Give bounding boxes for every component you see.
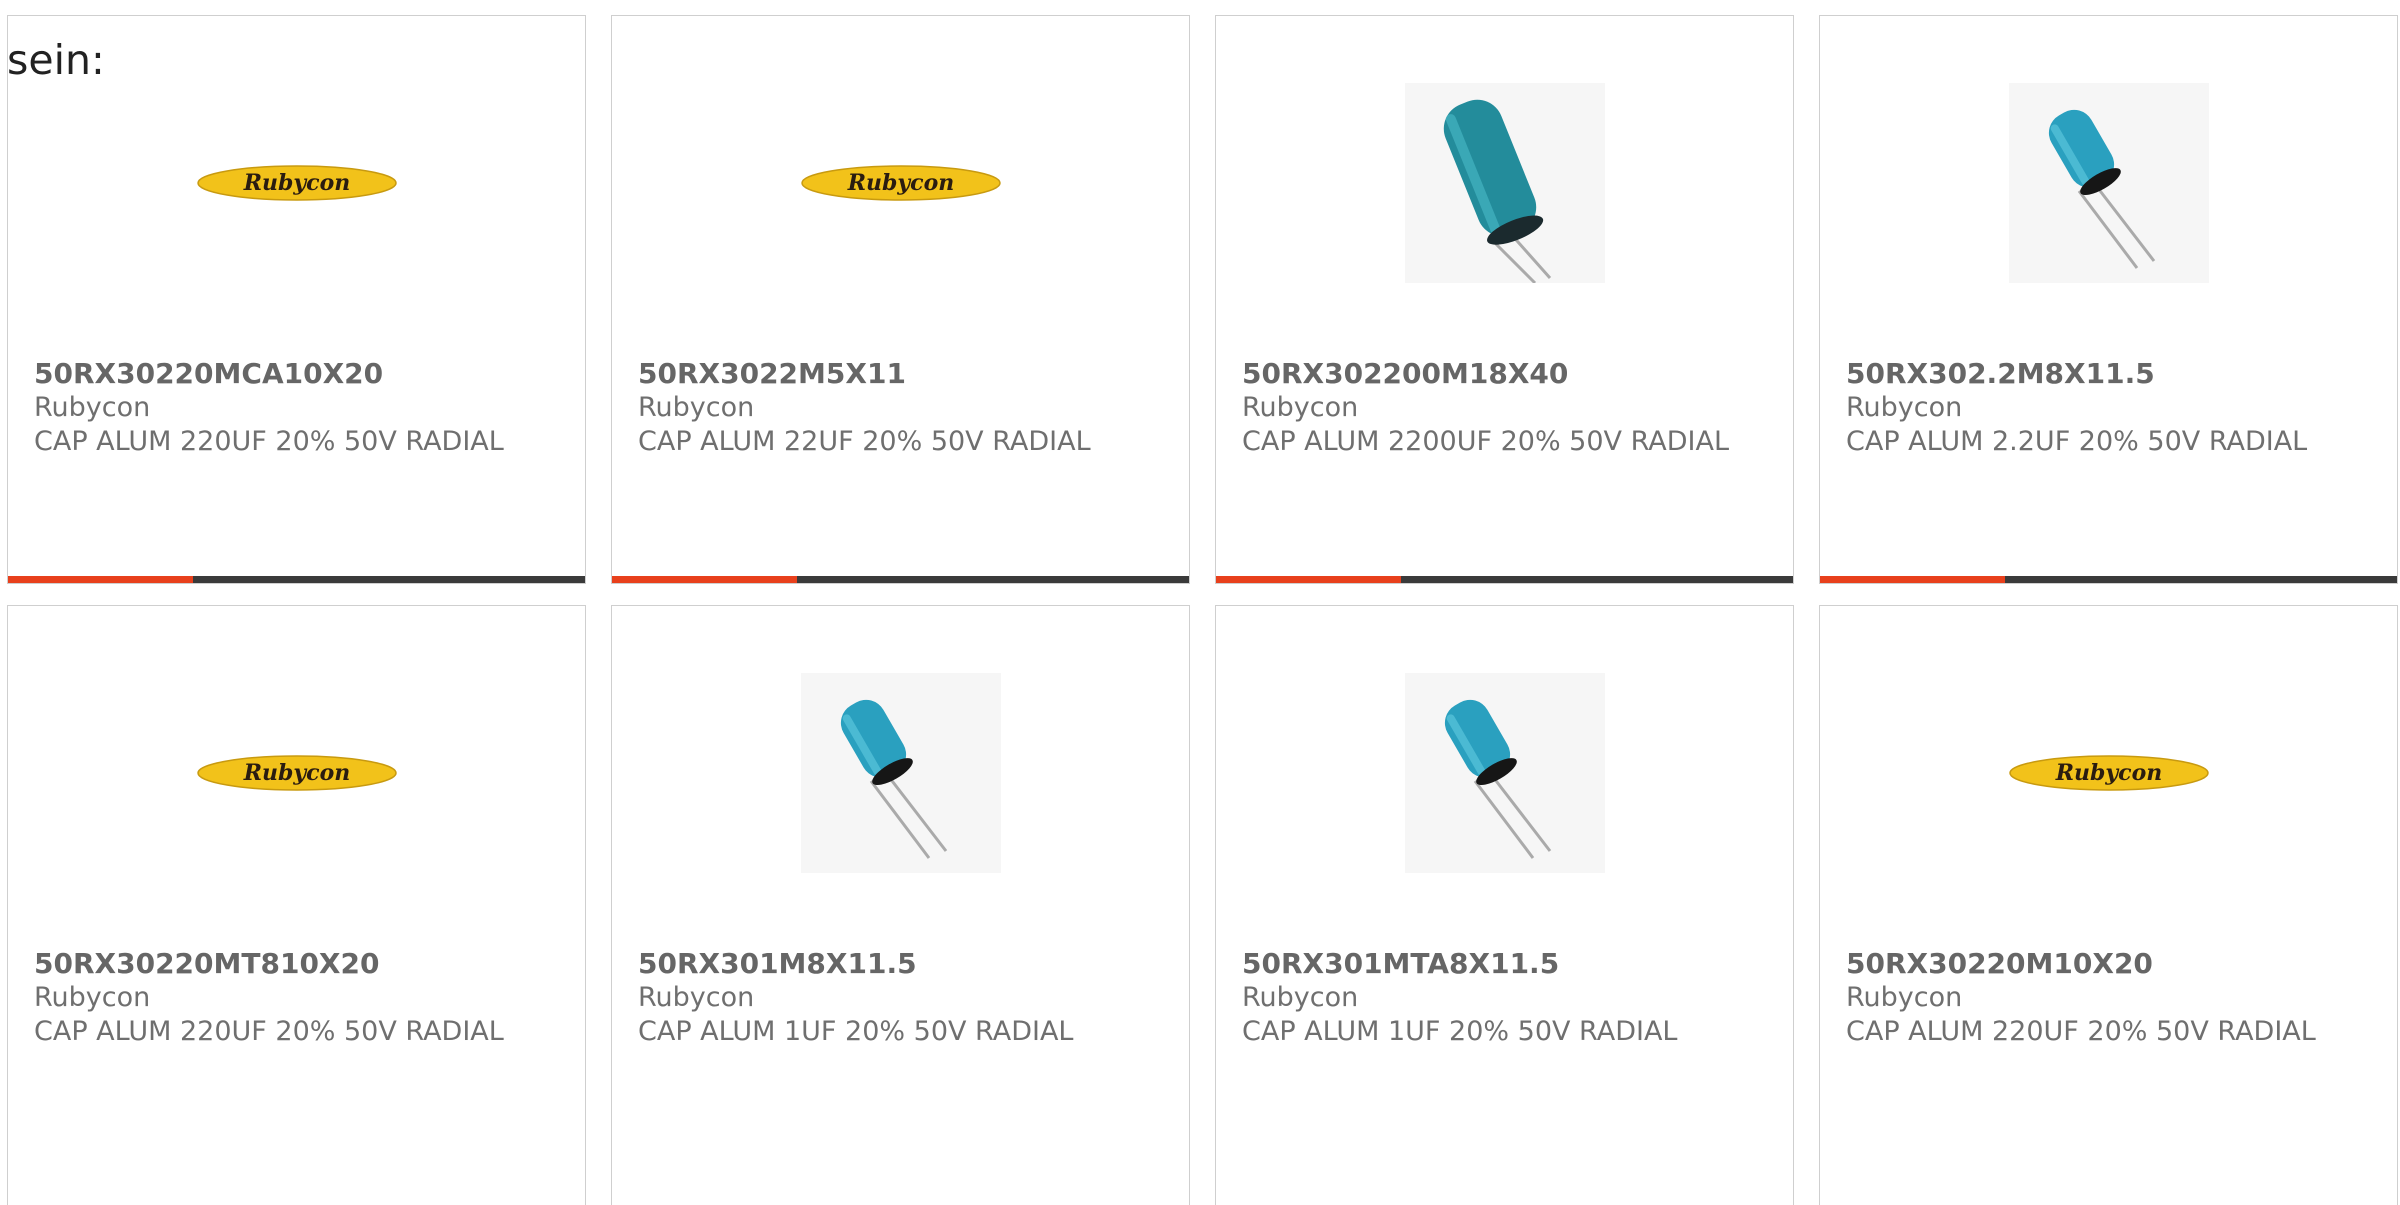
product-card[interactable]: Rubycon 50RX30220M10X20 Rubycon CAP ALUM… [1819,605,2398,1205]
progress-fill [1820,576,2005,583]
svg-text:Rubycon: Rubycon [243,760,351,786]
capacitor-small-icon [2009,83,2209,283]
product-grid: Rubycon 50RX30220MCA10X20 Rubycon CAP AL… [7,15,2398,1205]
product-description: CAP ALUM 220UF 20% 50V RADIAL [34,1016,504,1047]
product-card[interactable]: 50RX302.2M8X11.5 Rubycon CAP ALUM 2.2UF … [1819,15,2398,584]
intro-text: sein: [7,36,105,84]
product-image[interactable]: Rubycon [2009,673,2209,873]
rubycon-logo-icon: Rubycon [197,755,397,791]
product-card[interactable]: 50RX301MTA8X11.5 Rubycon CAP ALUM 1UF 20… [1215,605,1794,1205]
svg-text:Rubycon: Rubycon [243,170,351,196]
svg-text:Rubycon: Rubycon [2055,760,2163,786]
product-image[interactable] [1405,83,1605,283]
progress-bar [1820,576,2397,583]
capacitor-large-icon [1405,83,1605,283]
part-number-link[interactable]: 50RX3022M5X11 [638,357,1163,391]
manufacturer-name: Rubycon [1242,982,1359,1013]
product-card[interactable]: Rubycon 50RX30220MT810X20 Rubycon CAP AL… [7,605,586,1205]
rubycon-logo-icon: Rubycon [801,165,1001,201]
progress-fill [612,576,797,583]
progress-bar [8,576,585,583]
manufacturer-name: Rubycon [638,392,755,423]
progress-fill [1216,576,1401,583]
product-image[interactable]: Rubycon [801,83,1001,283]
capacitor-small-icon [801,673,1001,873]
rubycon-logo-icon: Rubycon [197,165,397,201]
product-description: CAP ALUM 1UF 20% 50V RADIAL [1242,1016,1678,1047]
product-description: CAP ALUM 220UF 20% 50V RADIAL [1846,1016,2316,1047]
product-image[interactable]: Rubycon [197,83,397,283]
product-image[interactable] [801,673,1001,873]
rubycon-logo-icon: Rubycon [2009,755,2209,791]
product-description: CAP ALUM 22UF 20% 50V RADIAL [638,426,1091,457]
product-description: CAP ALUM 220UF 20% 50V RADIAL [34,426,504,457]
product-image[interactable]: Rubycon [197,673,397,873]
manufacturer-name: Rubycon [1846,392,1963,423]
product-card[interactable]: Rubycon 50RX3022M5X11 Rubycon CAP ALUM 2… [611,15,1190,584]
product-description: CAP ALUM 2200UF 20% 50V RADIAL [1242,426,1729,457]
manufacturer-name: Rubycon [34,982,151,1013]
manufacturer-name: Rubycon [34,392,151,423]
manufacturer-name: Rubycon [638,982,755,1013]
progress-bar [612,576,1189,583]
progress-bar [1216,576,1793,583]
product-description: CAP ALUM 1UF 20% 50V RADIAL [638,1016,1074,1047]
svg-text:Rubycon: Rubycon [847,170,955,196]
part-number-link[interactable]: 50RX302200M18X40 [1242,357,1767,391]
capacitor-small-icon [1405,673,1605,873]
part-number-link[interactable]: 50RX30220MT810X20 [34,947,559,981]
product-card[interactable]: 50RX301M8X11.5 Rubycon CAP ALUM 1UF 20% … [611,605,1190,1205]
part-number-link[interactable]: 50RX301MTA8X11.5 [1242,947,1767,981]
product-image[interactable] [2009,83,2209,283]
product-image[interactable] [1405,673,1605,873]
product-card[interactable]: 50RX302200M18X40 Rubycon CAP ALUM 2200UF… [1215,15,1794,584]
product-card[interactable]: Rubycon 50RX30220MCA10X20 Rubycon CAP AL… [7,15,586,584]
part-number-link[interactable]: 50RX301M8X11.5 [638,947,1163,981]
part-number-link[interactable]: 50RX302.2M8X11.5 [1846,357,2371,391]
progress-fill [8,576,193,583]
part-number-link[interactable]: 50RX30220M10X20 [1846,947,2371,981]
part-number-link[interactable]: 50RX30220MCA10X20 [34,357,559,391]
manufacturer-name: Rubycon [1242,392,1359,423]
manufacturer-name: Rubycon [1846,982,1963,1013]
product-description: CAP ALUM 2.2UF 20% 50V RADIAL [1846,426,2308,457]
